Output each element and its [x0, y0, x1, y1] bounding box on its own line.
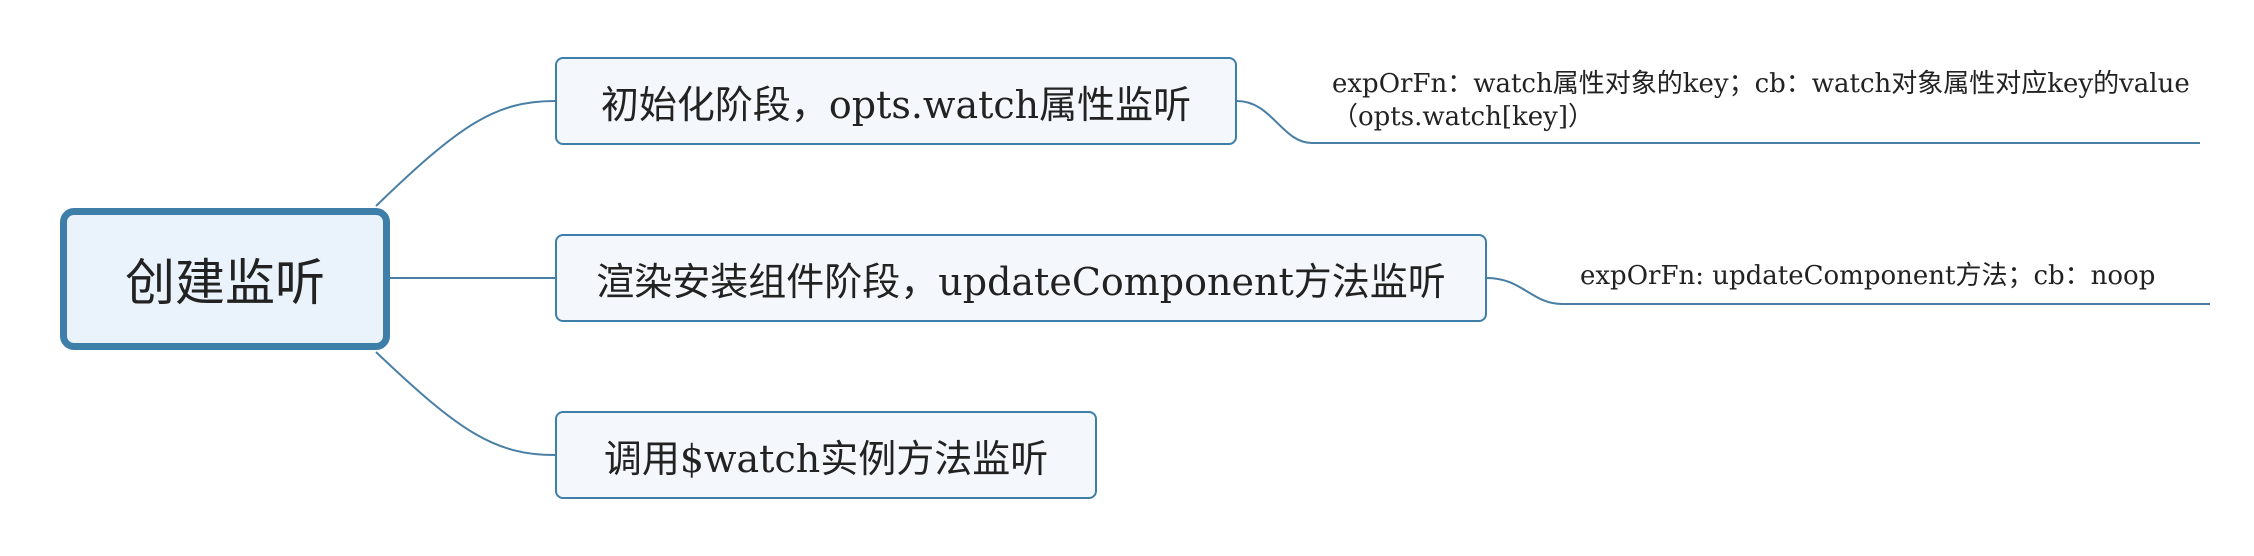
root-topic[interactable]: 创建监听: [60, 208, 390, 350]
connector-branch-2-to-note-2: [1486, 277, 1563, 305]
note-render-watch-params[interactable]: expOrFn: updateComponent方法；cb：noop: [1580, 260, 2155, 293]
mind-map-diagram: 创建监听 初始化阶段，opts.watch属性监听 渲染安装组件阶段，updat…: [0, 0, 2254, 552]
connector-root-to-branch-1: [375, 100, 556, 207]
note-init-watch-params[interactable]: expOrFn：watch属性对象的key；cb：watch对象属性对应key的…: [1332, 68, 2192, 133]
branch-topic-label: 初始化阶段，opts.watch属性监听: [600, 82, 1192, 127]
root-topic-label: 创建监听: [125, 254, 325, 312]
branch-topic-label: 调用$watch实例方法监听: [603, 436, 1049, 481]
connector-branch-1-to-note-1: [1236, 100, 1313, 144]
branch-topic-label: 渲染安装组件阶段，updateComponent方法监听: [596, 259, 1446, 304]
connector-root-to-branch-3: [375, 351, 556, 456]
branch-topic-init-watch[interactable]: 初始化阶段，opts.watch属性监听: [555, 57, 1237, 145]
branch-topic-instance-watch[interactable]: 调用$watch实例方法监听: [555, 411, 1097, 499]
branch-topic-render-watch[interactable]: 渲染安装组件阶段，updateComponent方法监听: [555, 234, 1487, 322]
